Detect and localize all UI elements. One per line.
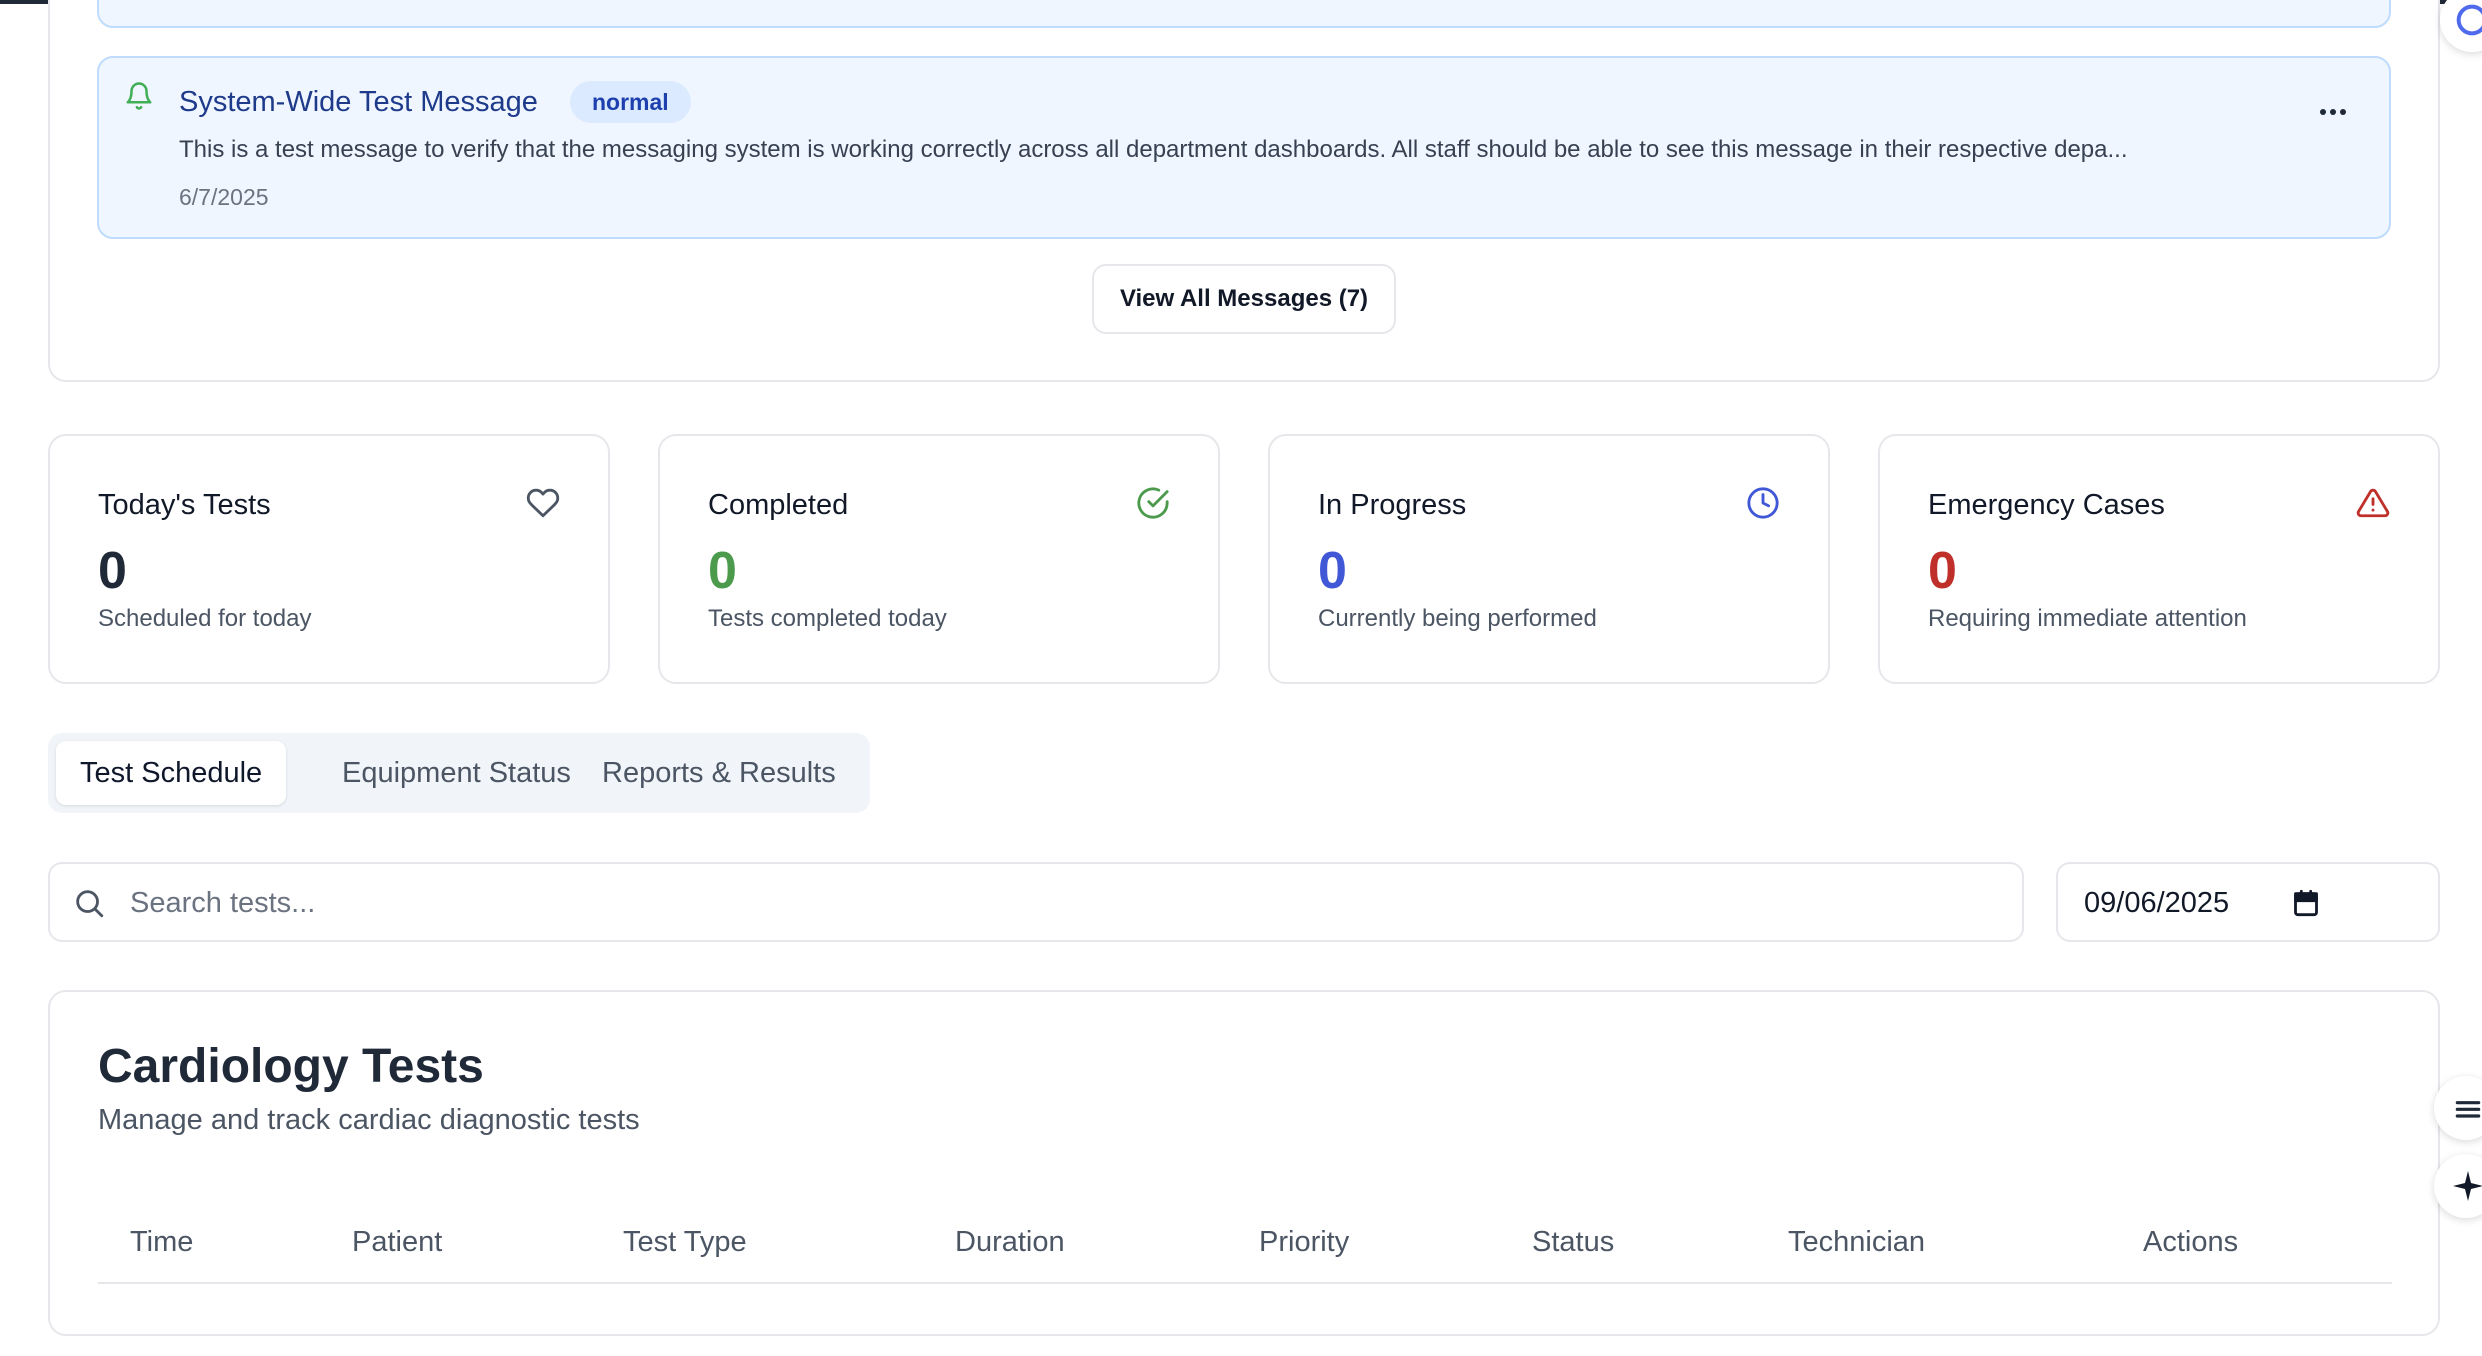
stat-title: Emergency Cases: [1928, 489, 2165, 521]
column-header-priority: Priority: [1259, 1226, 1350, 1258]
bell-icon: [126, 82, 152, 110]
table-title: Cardiology Tests: [98, 1040, 484, 1093]
ai-sparkle-button[interactable]: [2434, 1154, 2482, 1218]
sparkle-icon: [2453, 1171, 2482, 1201]
date-value: 09/06/2025: [2084, 887, 2230, 919]
stat-title: Completed: [708, 489, 849, 521]
column-header-status: Status: [1532, 1226, 1615, 1258]
tab-bar: Test Schedule Equipment Status Reports &…: [48, 733, 870, 813]
search-input[interactable]: [128, 874, 1992, 932]
stat-card-emergency-cases: Emergency Cases 0 Requiring immediate at…: [1878, 434, 2440, 684]
tests-table-card: Cardiology Tests Manage and track cardia…: [48, 990, 2440, 1336]
stat-card-in-progress: In Progress 0 Currently being performed: [1268, 434, 1830, 684]
table-subtitle: Manage and track cardiac diagnostic test…: [98, 1104, 640, 1136]
tab-equipment-status[interactable]: Equipment Status: [318, 741, 595, 805]
column-header-test-type: Test Type: [623, 1226, 747, 1258]
tab-reports-results[interactable]: Reports & Results: [578, 741, 860, 805]
clock-icon: [1747, 487, 1779, 519]
message-title: System-Wide Test Message: [179, 86, 538, 118]
stat-value: 0: [98, 542, 127, 600]
view-all-messages-button[interactable]: View All Messages (7): [1092, 264, 1396, 334]
table-header-divider: [98, 1282, 2392, 1284]
message-body: This is a test message to verify that th…: [179, 136, 2128, 163]
heart-icon: [526, 488, 560, 518]
column-header-patient: Patient: [352, 1226, 443, 1258]
calendar-icon[interactable]: [2292, 888, 2320, 918]
stat-title: Today's Tests: [98, 489, 271, 521]
stat-value: 0: [1318, 542, 1347, 600]
stat-value: 0: [1928, 542, 1957, 600]
stat-value: 0: [708, 542, 737, 600]
previous-message-item[interactable]: [97, 0, 2391, 28]
check-circle-icon: [1137, 487, 1169, 519]
assistant-logo-icon: [2456, 4, 2482, 36]
message-date: 6/7/2025: [179, 184, 269, 210]
date-filter-input[interactable]: 09/06/2025: [2056, 862, 2440, 942]
stat-subtitle: Requiring immediate attention: [1928, 605, 2247, 632]
column-header-actions: Actions: [2143, 1226, 2239, 1258]
column-header-duration: Duration: [955, 1226, 1065, 1258]
stat-subtitle: Currently being performed: [1318, 605, 1597, 632]
stat-card-completed: Completed 0 Tests completed today: [658, 434, 1220, 684]
stat-subtitle: Tests completed today: [708, 605, 947, 632]
quote-tool-button[interactable]: [2434, 1076, 2482, 1140]
quote-icon: [2455, 1101, 2481, 1118]
more-options-icon[interactable]: [2315, 100, 2351, 124]
assistant-widget-button[interactable]: [2440, 0, 2482, 52]
column-header-technician: Technician: [1788, 1226, 1926, 1258]
tab-test-schedule[interactable]: Test Schedule: [56, 741, 287, 805]
priority-badge: normal: [570, 81, 691, 123]
alert-triangle-icon: [2356, 488, 2390, 518]
search-icon: [76, 890, 104, 918]
stat-card-todays-tests: Today's Tests 0 Scheduled for today: [48, 434, 610, 684]
search-box: [48, 862, 2024, 942]
stat-title: In Progress: [1318, 489, 1467, 521]
column-header-time: Time: [130, 1226, 194, 1258]
stat-subtitle: Scheduled for today: [98, 605, 312, 632]
